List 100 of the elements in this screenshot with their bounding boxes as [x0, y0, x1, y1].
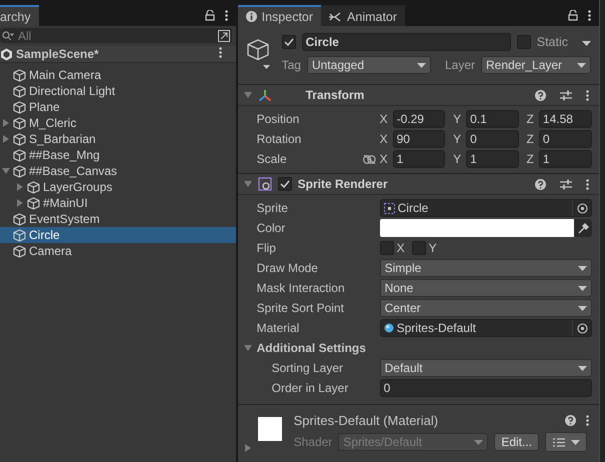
object-field[interactable]: Sprites-Default: [380, 319, 592, 337]
more-icon[interactable]: [586, 414, 590, 426]
more-icon[interactable]: [218, 47, 222, 58]
hierarchy-item[interactable]: M_Cleric: [0, 115, 236, 131]
presets-icon[interactable]: [560, 90, 572, 100]
cube-icon: [13, 244, 26, 258]
color-field[interactable]: [380, 219, 592, 237]
field-label: Scale: [256, 152, 287, 166]
tag-dropdown[interactable]: Untagged: [306, 56, 431, 74]
collapsed-arrow-icon[interactable]: [2, 119, 10, 127]
active-checkbox[interactable]: [282, 35, 296, 49]
search-input[interactable]: All: [18, 28, 214, 42]
number-field[interactable]: 1: [538, 150, 592, 168]
name-field[interactable]: Circle: [302, 33, 511, 51]
lock-icon[interactable]: [204, 10, 215, 21]
target-icon[interactable]: [576, 322, 588, 334]
component-header[interactable]: Transform: [238, 84, 600, 106]
eyedropper-icon[interactable]: [578, 222, 589, 234]
cube-icon: [13, 164, 26, 178]
field-label: Position: [256, 112, 300, 126]
number-field[interactable]: 0: [466, 130, 519, 148]
help-icon[interactable]: [565, 414, 576, 426]
axis-label: Y: [453, 152, 462, 166]
number-field[interactable]: 90: [392, 130, 446, 148]
panel-tab[interactable]: Animator: [321, 5, 406, 26]
link-icon[interactable]: [362, 154, 376, 164]
caret-icon: [474, 440, 484, 444]
field-label: Sprite: [256, 201, 288, 215]
hierarchy-item[interactable]: Camera: [0, 243, 236, 259]
number-field[interactable]: 1: [392, 150, 446, 168]
presets-icon[interactable]: [560, 178, 572, 190]
search-field[interactable]: All: [0, 28, 232, 43]
object-field[interactable]: Circle: [380, 199, 592, 217]
more-icon[interactable]: [586, 90, 590, 100]
caret-icon: [577, 62, 586, 68]
hierarchy-item[interactable]: Main Camera: [0, 67, 236, 83]
checkbox-label: X: [396, 241, 405, 255]
layer-label: Layer: [444, 58, 475, 72]
field-label: Color: [256, 221, 286, 235]
checkbox[interactable]: [412, 241, 426, 255]
checkbox[interactable]: [380, 241, 394, 255]
cube-icon: [13, 84, 26, 98]
help-icon[interactable]: [535, 178, 546, 190]
axis-label: X: [380, 132, 388, 146]
static-label: Static: [536, 35, 568, 49]
foldout-label[interactable]: Additional Settings: [256, 341, 366, 355]
expanded-arrow-icon[interactable]: [244, 180, 252, 188]
sprite-icon: [384, 202, 395, 214]
cube-icon: [13, 228, 26, 242]
more-icon[interactable]: [224, 10, 228, 21]
expanded-arrow-icon[interactable]: [244, 344, 252, 352]
field-label: Flip: [256, 241, 276, 255]
lock-icon[interactable]: [568, 10, 578, 21]
collapsed-arrow-icon[interactable]: [16, 199, 24, 207]
help-icon[interactable]: [535, 90, 546, 100]
dropdown[interactable]: Default: [380, 359, 592, 377]
hierarchy-item[interactable]: #MainUI: [0, 195, 236, 211]
edit-button[interactable]: Edit...: [494, 433, 539, 451]
dropdown[interactable]: Center: [380, 299, 592, 317]
hierarchy-item[interactable]: S_Barbarian: [0, 131, 236, 147]
list-menu-button[interactable]: [545, 432, 587, 452]
target-icon[interactable]: [576, 202, 588, 214]
hierarchy-item[interactable]: ##Base_Canvas: [0, 163, 236, 179]
hierarchy-item[interactable]: EventSystem: [0, 211, 236, 227]
enabled-checkbox[interactable]: [278, 177, 292, 191]
static-checkbox[interactable]: [516, 35, 531, 49]
dropdown[interactable]: None: [380, 279, 592, 297]
hierarchy-tab[interactable]: archy: [0, 5, 39, 26]
dropdown[interactable]: Simple: [380, 259, 592, 277]
scene-view-icon[interactable]: [218, 30, 230, 42]
collapsed-arrow-icon[interactable]: [244, 444, 252, 452]
component-title: Sprite Renderer: [298, 177, 388, 191]
number-field[interactable]: 0: [380, 379, 592, 397]
hierarchy-item[interactable]: Circle: [0, 227, 236, 243]
hierarchy-item[interactable]: Directional Light: [0, 83, 236, 99]
number-field[interactable]: 14.58: [538, 110, 592, 128]
checkbox-label: Y: [428, 241, 437, 255]
hierarchy-item[interactable]: Plane: [0, 99, 236, 115]
tag-label: Tag: [282, 58, 301, 72]
more-icon[interactable]: [586, 178, 590, 190]
layer-dropdown[interactable]: Render_Layer: [481, 56, 592, 74]
panel-tab[interactable]: Inspector: [238, 5, 322, 26]
field-label: Order in Layer: [272, 381, 348, 395]
field-label: Sorting Layer: [272, 361, 343, 375]
expanded-arrow-icon[interactable]: [2, 167, 10, 175]
scene-header[interactable]: SampleScene*: [0, 46, 236, 63]
cube-icon: [27, 196, 40, 210]
number-field[interactable]: 0.1: [466, 110, 519, 128]
hierarchy-item[interactable]: ##Base_Mng: [0, 147, 236, 163]
number-field[interactable]: 1: [466, 150, 519, 168]
collapsed-arrow-icon[interactable]: [16, 183, 24, 191]
number-field[interactable]: -0.29: [392, 110, 446, 128]
hierarchy-item[interactable]: LayerGroups: [0, 179, 236, 195]
collapsed-arrow-icon[interactable]: [2, 135, 10, 143]
component-header[interactable]: Sprite Renderer: [238, 173, 600, 195]
caret-icon: [570, 440, 580, 444]
expanded-arrow-icon[interactable]: [244, 91, 252, 99]
axis-label: Z: [526, 112, 534, 126]
more-icon[interactable]: [588, 10, 592, 21]
number-field[interactable]: 0: [538, 130, 592, 148]
